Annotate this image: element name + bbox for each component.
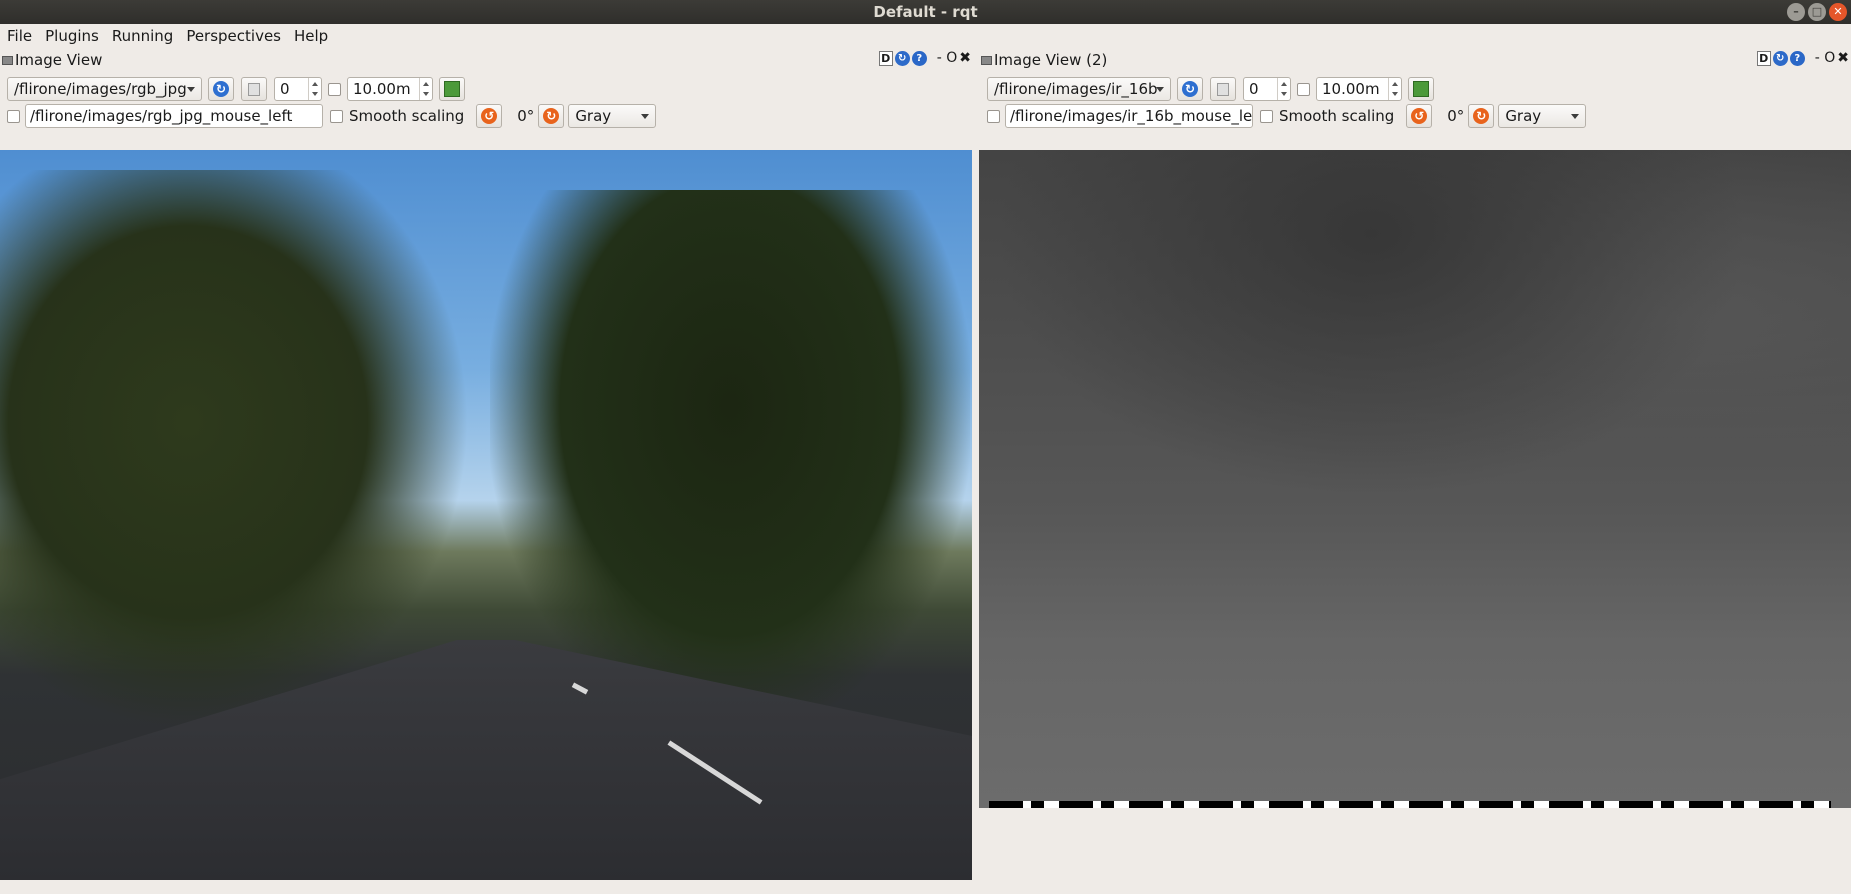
ir-data-strip — [989, 801, 1831, 808]
color-scheme-value: Gray — [1505, 107, 1542, 125]
refresh-topics-button[interactable]: ↻ — [1177, 77, 1203, 101]
topic-row: /flirone/images/rgb_jpg ↻ 0 10.00m — [7, 77, 465, 101]
menu-running[interactable]: Running — [112, 27, 173, 45]
spin-arrows-icon — [1388, 78, 1401, 100]
save-image-button[interactable] — [1408, 77, 1434, 101]
topic-dropdown[interactable]: /flirone/images/rgb_jpg — [7, 77, 202, 101]
close-button[interactable]: ✕ — [1829, 3, 1847, 21]
float-minimize-button[interactable]: - O — [937, 50, 958, 66]
zoom-spinbox[interactable]: 0 — [1243, 77, 1291, 101]
panel-controls: D ↻ ? - O ✖ — [1756, 50, 1849, 66]
topic-value: /flirone/images/rgb_jpg — [14, 80, 187, 98]
rotate-left-icon: ↺ — [481, 108, 498, 124]
tree-foliage-right — [490, 190, 970, 730]
image-view-panel-1: Image View D ↻ ? - O ✖ /flirone/images/r… — [0, 48, 973, 894]
mouse-publish-checkbox[interactable] — [7, 109, 20, 123]
panel-close-icon[interactable]: ✖ — [959, 50, 971, 66]
rotation-label: 0° — [1447, 107, 1465, 125]
save-image-icon — [1413, 81, 1429, 97]
color-scheme-dropdown[interactable]: Gray — [1498, 104, 1587, 128]
image-view-panel-2: Image View (2) D ↻ ? - O ✖ /flirone/imag… — [979, 48, 1851, 894]
zoom-spinbox[interactable]: 0 — [274, 77, 322, 101]
rotate-left-icon: ↺ — [1411, 108, 1428, 124]
ir-tree-shapes — [979, 150, 1851, 570]
rate-spinbox[interactable]: 10.00m — [347, 77, 433, 101]
menu-help[interactable]: Help — [294, 27, 328, 45]
panel-header: Image View (2) D ↻ ? - O ✖ — [979, 50, 1851, 70]
topic-value: /flirone/images/ir_16b — [994, 80, 1158, 98]
dock-icon — [2, 55, 13, 65]
panel-close-icon[interactable]: ✖ — [1837, 50, 1849, 66]
dock-d-button[interactable]: D — [1756, 50, 1771, 66]
refresh-icon: ↻ — [213, 81, 229, 97]
save-image-button[interactable] — [439, 77, 465, 101]
chevron-down-icon — [1571, 114, 1580, 119]
rotate-right-icon: ↻ — [543, 108, 560, 124]
zoom-icon — [1217, 82, 1229, 96]
zoom-value: 0 — [280, 80, 290, 98]
rotate-right-icon: ↻ — [1473, 108, 1490, 124]
chevron-down-icon — [641, 114, 650, 119]
rotate-left-button[interactable]: ↺ — [476, 104, 503, 128]
chevron-down-icon — [1156, 87, 1164, 92]
mouse-topic-input[interactable]: /flirone/images/ir_16b_mouse_left — [1005, 104, 1253, 128]
rate-checkbox[interactable] — [328, 82, 341, 96]
menu-perspectives[interactable]: Perspectives — [186, 27, 281, 45]
topic-dropdown[interactable]: /flirone/images/ir_16b — [987, 77, 1171, 101]
mouse-topic-input[interactable]: /flirone/images/rgb_jpg_mouse_left — [25, 104, 323, 128]
spin-arrows-icon — [419, 78, 432, 100]
rate-value: 10.00m — [353, 80, 411, 98]
dock-icon — [981, 55, 992, 65]
window-title: Default - rqt — [873, 3, 978, 21]
options-row: /flirone/images/rgb_jpg_mouse_left Smoot… — [7, 104, 657, 128]
panel-controls: D ↻ ? - O ✖ — [878, 50, 971, 66]
spin-arrows-icon — [1277, 78, 1290, 100]
panel-title: Image View (2) — [994, 51, 1108, 69]
rate-spinbox[interactable]: 10.00m — [1316, 77, 1402, 101]
panel-title: Image View — [15, 51, 103, 69]
ir-image-view[interactable] — [979, 150, 1851, 808]
rotate-left-button[interactable]: ↺ — [1406, 104, 1433, 128]
mouse-publish-checkbox[interactable] — [987, 109, 1000, 123]
rotate-right-button[interactable]: ↻ — [1468, 104, 1495, 128]
rotate-right-button[interactable]: ↻ — [538, 104, 565, 128]
smooth-scaling-label: Smooth scaling — [349, 107, 465, 125]
save-image-icon — [444, 81, 460, 97]
window-titlebar: Default - rqt – □ ✕ — [0, 0, 1851, 24]
rate-value: 10.00m — [1322, 80, 1380, 98]
smooth-scaling-checkbox[interactable] — [330, 109, 343, 123]
menubar: File Plugins Running Perspectives Help — [0, 24, 1851, 48]
zoom-fit-button[interactable] — [1210, 77, 1236, 101]
minimize-button[interactable]: – — [1787, 3, 1805, 21]
spin-arrows-icon — [308, 78, 321, 100]
chevron-down-icon — [187, 87, 195, 92]
help-icon[interactable]: ? — [1789, 50, 1805, 66]
color-scheme-dropdown[interactable]: Gray — [568, 104, 657, 128]
smooth-scaling-checkbox[interactable] — [1260, 109, 1273, 123]
tree-foliage-left — [0, 170, 470, 730]
maximize-button[interactable]: □ — [1808, 3, 1826, 21]
reload-plugin-icon[interactable]: ↻ — [1772, 50, 1788, 66]
zoom-icon — [248, 82, 260, 96]
menu-file[interactable]: File — [7, 27, 32, 45]
refresh-icon: ↻ — [1182, 81, 1198, 97]
help-icon[interactable]: ? — [911, 50, 927, 66]
dock-d-button[interactable]: D — [878, 50, 893, 66]
smooth-scaling-label: Smooth scaling — [1279, 107, 1395, 125]
panel-header: Image View D ↻ ? - O ✖ — [0, 50, 973, 70]
zoom-fit-button[interactable] — [241, 77, 267, 101]
rgb-image-view[interactable] — [0, 150, 972, 880]
window-controls: – □ ✕ — [1787, 3, 1847, 21]
float-minimize-button[interactable]: - O — [1815, 50, 1836, 66]
reload-plugin-icon[interactable]: ↻ — [894, 50, 910, 66]
topic-row: /flirone/images/ir_16b ↻ 0 10.00m — [987, 77, 1434, 101]
zoom-value: 0 — [1249, 80, 1259, 98]
options-row: /flirone/images/ir_16b_mouse_left Smooth… — [987, 104, 1587, 128]
refresh-topics-button[interactable]: ↻ — [208, 77, 234, 101]
rotation-label: 0° — [517, 107, 535, 125]
color-scheme-value: Gray — [575, 107, 612, 125]
rate-checkbox[interactable] — [1297, 82, 1310, 96]
menu-plugins[interactable]: Plugins — [45, 27, 99, 45]
